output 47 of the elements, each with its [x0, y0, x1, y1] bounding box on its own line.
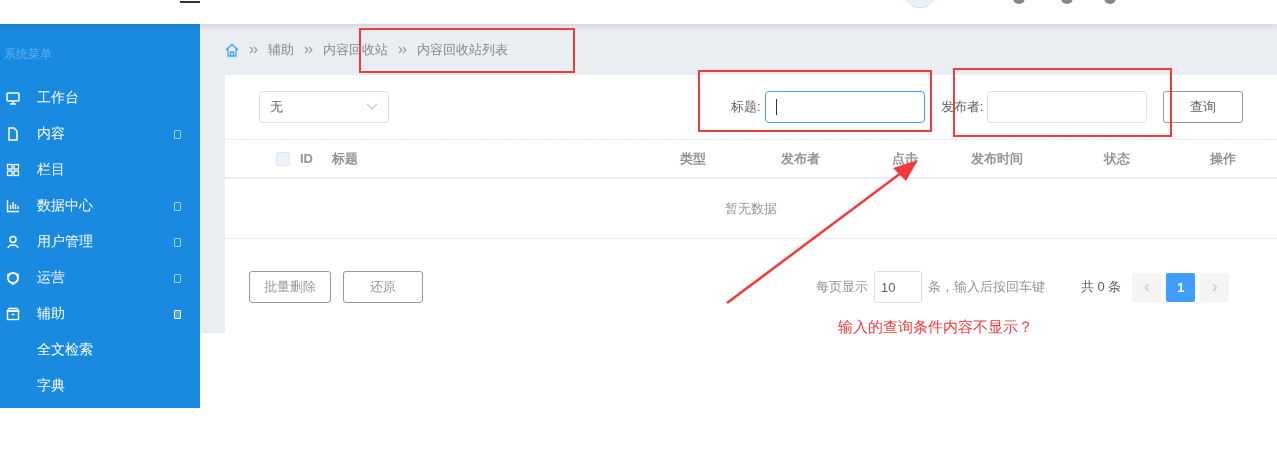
field-label: 发布者:	[940, 98, 984, 116]
checkbox[interactable]	[276, 151, 290, 166]
chevron-icon	[304, 45, 313, 54]
breadcrumb-item: 内容回收站列表	[417, 40, 508, 59]
doc-icon	[6, 127, 20, 141]
column-header: 发布者	[780, 150, 820, 166]
chevron-icon	[398, 45, 407, 54]
column-header: 状态	[1104, 150, 1130, 166]
type-select[interactable]: 无	[259, 91, 389, 123]
action-button[interactable]: 还原	[343, 271, 423, 303]
grid-icon	[6, 163, 20, 177]
sidebar-subitem[interactable]: 字典	[0, 368, 200, 404]
total-count: 共 0 条	[1081, 278, 1122, 296]
cycle-icon	[6, 271, 20, 285]
column-header: 操作	[1210, 150, 1236, 166]
user-icon	[6, 235, 20, 249]
field-label: 标题:	[731, 98, 761, 116]
box-icon	[6, 307, 20, 321]
action-button[interactable]: 批量删除	[249, 271, 331, 303]
home-icon[interactable]	[225, 42, 239, 57]
sidebar-item[interactable]: 辅助	[0, 296, 200, 332]
sidebar-item[interactable]: 内容	[0, 116, 200, 152]
page-button[interactable]: 1	[1166, 272, 1196, 302]
breadcrumb-item[interactable]: 辅助	[268, 40, 294, 59]
monitor-icon	[6, 91, 20, 105]
sidebar-item[interactable]: 栏目	[0, 152, 200, 188]
sidebar-item[interactable]: 运营	[0, 260, 200, 296]
chevron-icon	[249, 45, 258, 54]
sidebar-heading: 系统菜单	[3, 46, 53, 63]
search-button[interactable]: 查询	[1163, 91, 1244, 123]
page-size-hint: 条，输入后按回车键	[928, 278, 1045, 296]
sidebar-item[interactable]: 工作台	[0, 80, 200, 116]
empty-text: 暂无数据	[725, 199, 777, 218]
column-header: 标题	[332, 150, 358, 166]
column-header: 发布时间	[971, 150, 1023, 166]
column-header: ID	[300, 151, 313, 166]
page-size-label: 每页显示	[816, 278, 868, 296]
annotation-text: 输入的查询条件内容不显示？	[838, 318, 1033, 337]
text-field[interactable]	[764, 91, 925, 123]
menu-icon[interactable]	[180, 0, 200, 6]
sidebar-item[interactable]: 用户管理	[0, 224, 200, 260]
sidebar-item[interactable]: 数据中心	[0, 188, 200, 224]
column-header: 类型	[680, 150, 706, 166]
chevron-down-icon	[366, 103, 378, 111]
sidebar-subitem[interactable]: 全文检索	[0, 332, 200, 368]
chart-icon	[6, 199, 20, 213]
page-size-field[interactable]: 10	[874, 271, 922, 303]
